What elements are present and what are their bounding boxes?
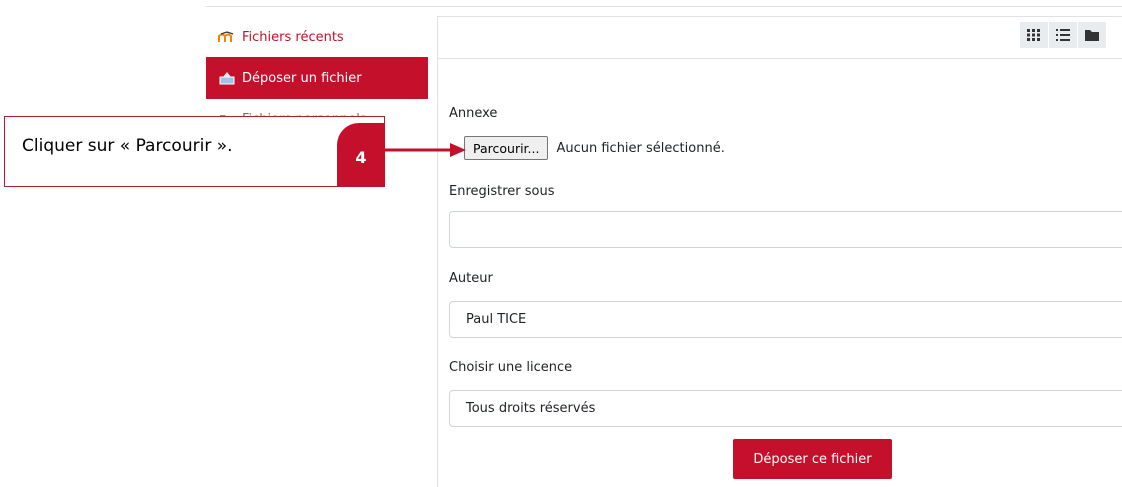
- view-toggle-group: [1020, 22, 1106, 48]
- license-label: Choisir une licence: [449, 360, 573, 375]
- moodle-icon: [218, 30, 236, 44]
- tree-view-icon[interactable]: [1078, 22, 1106, 48]
- sidebar-item-upload-file[interactable]: Déposer un fichier: [206, 57, 428, 99]
- attachment-label: Annexe: [449, 106, 498, 121]
- sidebar-item-recent-files[interactable]: Fichiers récents: [206, 16, 428, 58]
- license-select[interactable]: Tous droits réservés: [449, 390, 1122, 427]
- list-view-icon[interactable]: [1049, 22, 1077, 48]
- sidebar-item-label: Déposer un fichier: [242, 70, 362, 86]
- upload-icon: [218, 71, 236, 85]
- sidebar-item-label: Fichiers récents: [242, 29, 344, 45]
- save-as-label: Enregistrer sous: [449, 184, 555, 199]
- author-label: Auteur: [449, 271, 493, 286]
- toolbar-divider: [438, 58, 1122, 59]
- browse-button[interactable]: Parcourir...: [464, 136, 549, 160]
- save-as-input[interactable]: [449, 211, 1122, 248]
- grid-view-icon[interactable]: [1020, 22, 1048, 48]
- instruction-text: Cliquer sur « Parcourir ».: [22, 136, 233, 156]
- arrow-icon: [382, 143, 466, 157]
- author-input[interactable]: Paul TICE: [449, 301, 1122, 338]
- upload-file-button[interactable]: Déposer ce fichier: [733, 439, 892, 479]
- step-badge: 4: [337, 123, 385, 187]
- file-input: Parcourir... Aucun fichier sélectionné.: [464, 136, 725, 160]
- file-status-text: Aucun fichier sélectionné.: [556, 140, 725, 156]
- top-divider: [205, 6, 1122, 7]
